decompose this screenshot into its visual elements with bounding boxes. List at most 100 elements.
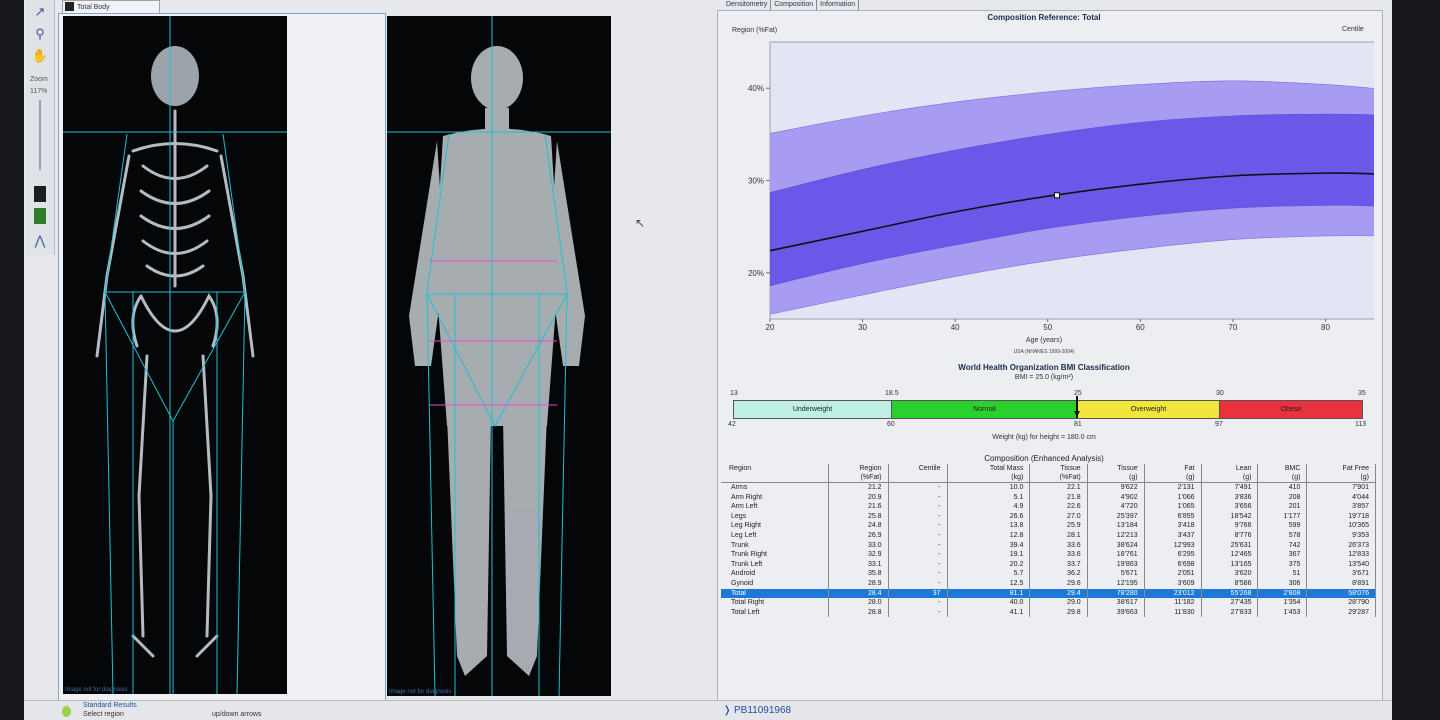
table-cell: Leg Right — [721, 521, 829, 531]
body-silhouette-illustration — [387, 16, 611, 696]
table-row[interactable]: Total Left 28.8-41.1 29.8 39'663 11'830 27'83… — [721, 607, 1376, 618]
table-row[interactable]: Arm Right 20.9-5.1 21.8 4'902 1'066 3'836 208 4… — [721, 492, 1376, 503]
table-cell: 38'617 — [1087, 598, 1145, 608]
table-cell: 33.6 — [1029, 540, 1088, 551]
table-cell: 10'365 — [1306, 521, 1376, 531]
bmi-value: BMI = 25.0 (kg/m²) — [1014, 374, 1074, 381]
table-cell: 12'833 — [1306, 550, 1376, 560]
table-cell: 37 — [888, 588, 948, 599]
bmi-footer: Weight (kg) for height = 180.0 cm — [992, 434, 1096, 441]
table-row[interactable]: Android 35.8-5.7 36.2 5'671 2'051 3'620 51 3'67… — [721, 569, 1376, 579]
bone-scan-image[interactable]: Image not for diagnosis — [63, 16, 287, 694]
table-cell: 58'076 — [1306, 588, 1376, 599]
table-cell: 1'354 — [1257, 598, 1308, 608]
table-cell: Arm Left — [721, 502, 829, 512]
table-cell: Total Right — [721, 598, 829, 608]
table-cell: 29.4 — [1029, 588, 1088, 599]
table-cell: 29.0 — [1029, 598, 1088, 608]
table-cell: 28.9 — [828, 578, 889, 589]
table-cell: - — [888, 607, 948, 618]
bmi-title: World Health Organization BMI Classifica… — [958, 363, 1130, 372]
table-header-unit: (g) — [1291, 474, 1301, 481]
table-header-text: Tissue — [1060, 465, 1081, 472]
table-cell: 367 — [1257, 550, 1308, 560]
image-tab-icon — [65, 2, 74, 11]
table-cell: 28.4 — [828, 588, 889, 599]
table-cell: - — [888, 492, 948, 503]
pan-hand-icon[interactable]: ✋ — [31, 47, 49, 65]
zoom-value: 117% — [30, 88, 48, 95]
image-tab-label: Total Body — [77, 4, 110, 11]
table-cell: Android — [721, 569, 829, 579]
screen: ↗ ⚲ ✋ Zoom 117% ⋀ Total Body Image not f… — [24, 0, 1392, 720]
zoom-tool-icon[interactable]: ⚲ — [31, 25, 49, 43]
tissue-scan-image[interactable]: Image not for diagnosis — [387, 16, 611, 696]
skeleton-illustration — [63, 16, 287, 694]
x-tick-label: 50 — [1043, 323, 1052, 332]
tissue-view-icon[interactable] — [34, 208, 46, 224]
table-header-text: Centile — [918, 465, 941, 472]
table-cell: 6'698 — [1144, 559, 1202, 570]
table-cell: 28'790 — [1306, 598, 1376, 608]
table-cell: 22.1 — [1029, 482, 1088, 493]
table-cell: 11'182 — [1144, 598, 1202, 608]
table-header-text: Tissue — [1117, 465, 1138, 472]
bmi-tick: 13 — [730, 390, 738, 397]
table-header-cell: Lean (g) — [1201, 464, 1259, 483]
table-header-unit: (%Fat) — [1059, 474, 1081, 481]
table-cell: - — [888, 598, 948, 608]
table-row[interactable]: Total 28.4 37 81.1 29.4 78'280 23'012 55'268 2'8… — [721, 588, 1376, 599]
table-cell: 19'718 — [1306, 511, 1376, 522]
status-title: Standard Results — [83, 702, 137, 709]
table-header-cell: Total Mass (kg) — [947, 464, 1031, 483]
y-tick-label: 40% — [748, 84, 764, 93]
table-row[interactable]: Legs 25.8-26.6 27.0 25'397 6'855 18'542 1'177 1… — [721, 511, 1376, 522]
table-cell: - — [888, 578, 948, 589]
table-cell: 5.1 — [947, 492, 1031, 503]
table-row[interactable]: Trunk Left 33.1-20.2 33.7 19'863 6'698 13'165… — [721, 559, 1376, 570]
table-cell: 12'465 — [1201, 550, 1259, 560]
tab-composition[interactable]: Composition — [771, 0, 818, 10]
table-row[interactable]: Trunk 33.0-39.4 33.6 38'624 12'993 25'631 742 2… — [721, 540, 1376, 551]
scan-disclaimer: Image not for diagnosis — [389, 689, 452, 695]
table-cell: 23'012 — [1144, 588, 1202, 599]
table-cell: 13'165 — [1201, 559, 1259, 570]
table-row[interactable]: Trunk Right 32.9-19.1 33.6 18'761 6'295 12'46… — [721, 550, 1376, 560]
weight-tick: 113 — [1355, 421, 1367, 428]
region-tool-icon[interactable]: ⋀ — [31, 232, 49, 250]
table-cell: 208 — [1257, 492, 1308, 503]
bone-view-icon[interactable] — [34, 186, 46, 202]
tab-densitometry[interactable]: Densitometry — [723, 0, 772, 10]
bmi-obese: Obese — [1220, 401, 1362, 418]
table-cell: 5'671 — [1087, 569, 1145, 579]
table-cell: 6'295 — [1144, 550, 1202, 560]
table-row[interactable]: Gynoid 28.9-12.5 29.6 12'195 3'609 8'586 306 8'… — [721, 578, 1376, 589]
table-cell: 24.8 — [828, 521, 889, 531]
table-cell: 2'808 — [1257, 588, 1308, 599]
table-cell: 578 — [1257, 530, 1308, 541]
pointer-tool-icon[interactable]: ↗ — [31, 3, 49, 21]
table-cell: 3'437 — [1144, 530, 1202, 541]
table-header-row: Region Region (%Fat) Centile Total Mass (kg) T… — [721, 464, 1376, 483]
table-cell: 35.8 — [828, 569, 889, 579]
table-cell: - — [888, 559, 948, 570]
table-header-cell: Fat Free (g) — [1306, 464, 1376, 483]
table-cell: 8'776 — [1201, 530, 1259, 541]
table-row[interactable]: Leg Right 24.8-13.8 25.9 13'184 3'418 9'766 59… — [721, 521, 1376, 531]
table-row[interactable]: Arm Left 21.6-4.9 22.6 4'720 1'065 3'656 201 3'… — [721, 502, 1376, 512]
table-row[interactable]: Total Right 28.0-40.0 29.0 38'617 11'182 27'4… — [721, 598, 1376, 608]
zoom-slider[interactable] — [39, 100, 41, 170]
tool-strip: ↗ ⚲ ✋ Zoom 117% ⋀ — [26, 0, 55, 255]
status-bar: Standard Results Select region up/down a… — [24, 700, 1392, 720]
bmi-bar: Underweight Normal Overweight Obese — [733, 400, 1363, 419]
table-cell: 20.2 — [947, 559, 1031, 570]
table-cell: 375 — [1257, 559, 1308, 570]
table-cell: Arms — [721, 482, 829, 493]
table-cell: 1'066 — [1144, 492, 1202, 503]
mouse-cursor-icon: ↖ — [635, 216, 646, 230]
tab-information[interactable]: Information — [817, 0, 860, 10]
table-row[interactable]: Leg Left 26.9-12.8 28.1 12'213 3'437 8'776 578… — [721, 530, 1376, 541]
table-cell: 12.5 — [947, 578, 1031, 589]
table-row[interactable]: Arms 21.2-10.0 22.1 9'622 2'131 7'491 410 7'901 — [721, 482, 1376, 493]
table-cell: 28.1 — [1029, 530, 1088, 541]
